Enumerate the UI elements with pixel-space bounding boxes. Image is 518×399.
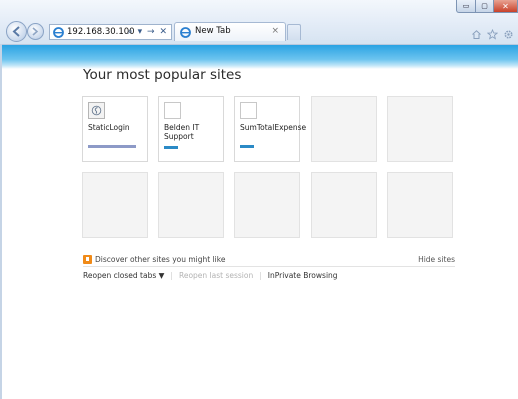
tab-new-tab[interactable]: New Tab × <box>174 22 286 41</box>
minimize-button[interactable]: ▭ <box>456 0 476 13</box>
address-bar[interactable]: 192.168.30.100 ⌕ ▾ → ✕ <box>49 24 172 40</box>
address-url[interactable]: 192.168.30.100 <box>67 26 135 39</box>
hide-sites-link[interactable]: Hide sites <box>418 255 455 264</box>
tools-gear-icon[interactable] <box>503 25 514 39</box>
discover-sites-link[interactable]: Discover other sites you might like <box>95 255 225 264</box>
site-tile-empty[interactable] <box>387 172 453 238</box>
reopen-row: Reopen closed tabs ▼ | Reopen last sessi… <box>83 271 338 280</box>
toolbar-icons <box>471 25 514 40</box>
home-icon[interactable] <box>471 25 482 39</box>
forward-button[interactable] <box>27 23 44 40</box>
arrow-left-icon <box>12 26 20 37</box>
reopen-last-session-link[interactable]: Reopen last session <box>179 271 253 280</box>
window-controls: ▭ ▢ ✕ <box>456 0 518 13</box>
site-tile-empty[interactable] <box>311 172 377 238</box>
site-tile-name: SumTotalExpense <box>240 123 307 132</box>
suggested-sites-icon <box>83 255 92 264</box>
maximize-button[interactable]: ▢ <box>476 0 494 13</box>
site-tile-empty[interactable] <box>311 96 377 162</box>
site-usage-bar <box>240 145 254 148</box>
page-title: Your most popular sites <box>83 67 242 83</box>
site-tile-empty[interactable] <box>158 172 224 238</box>
separator: | <box>170 271 173 280</box>
site-tile-staticlogin[interactable]: StaticLogin <box>82 96 148 162</box>
tab-label: New Tab <box>195 26 231 36</box>
page-banner <box>0 45 518 69</box>
separator: | <box>259 271 262 280</box>
address-tools-search-refresh-stop[interactable]: ⌕ ▾ → ✕ <box>128 26 168 39</box>
tab-close-button[interactable]: × <box>271 26 279 36</box>
ie-page-icon <box>53 27 64 38</box>
site-tile-empty[interactable] <box>234 172 300 238</box>
site-favicon <box>88 102 105 119</box>
window-left-border <box>0 44 2 399</box>
site-tile-name: Belden IT Support <box>164 123 200 141</box>
arrow-right-icon <box>32 27 39 36</box>
favorites-star-icon[interactable] <box>486 25 499 40</box>
reopen-closed-tabs-menu[interactable]: Reopen closed tabs ▼ <box>83 271 164 280</box>
inprivate-browsing-link[interactable]: InPrivate Browsing <box>268 271 338 280</box>
divider <box>83 266 455 267</box>
site-tile-empty[interactable] <box>387 96 453 162</box>
site-usage-bar <box>88 145 136 148</box>
close-window-button[interactable]: ✕ <box>494 0 518 13</box>
back-button[interactable] <box>6 21 27 42</box>
swirl-logo-icon <box>91 105 102 116</box>
site-usage-bar <box>164 146 178 149</box>
new-tab-button[interactable] <box>287 24 301 40</box>
ie-tab-icon <box>180 27 191 38</box>
site-tile-sumtotalexpense[interactable]: SumTotalExpense <box>234 96 307 162</box>
site-tile-empty[interactable] <box>82 172 148 238</box>
site-favicon <box>164 102 181 119</box>
site-tile-belden-it-support[interactable]: Belden IT Support <box>158 96 224 162</box>
site-favicon <box>240 102 257 119</box>
site-tile-name: StaticLogin <box>88 123 130 132</box>
browser-chrome: 192.168.30.100 ⌕ ▾ → ✕ New Tab × ▭ ▢ ✕ <box>0 0 518 45</box>
